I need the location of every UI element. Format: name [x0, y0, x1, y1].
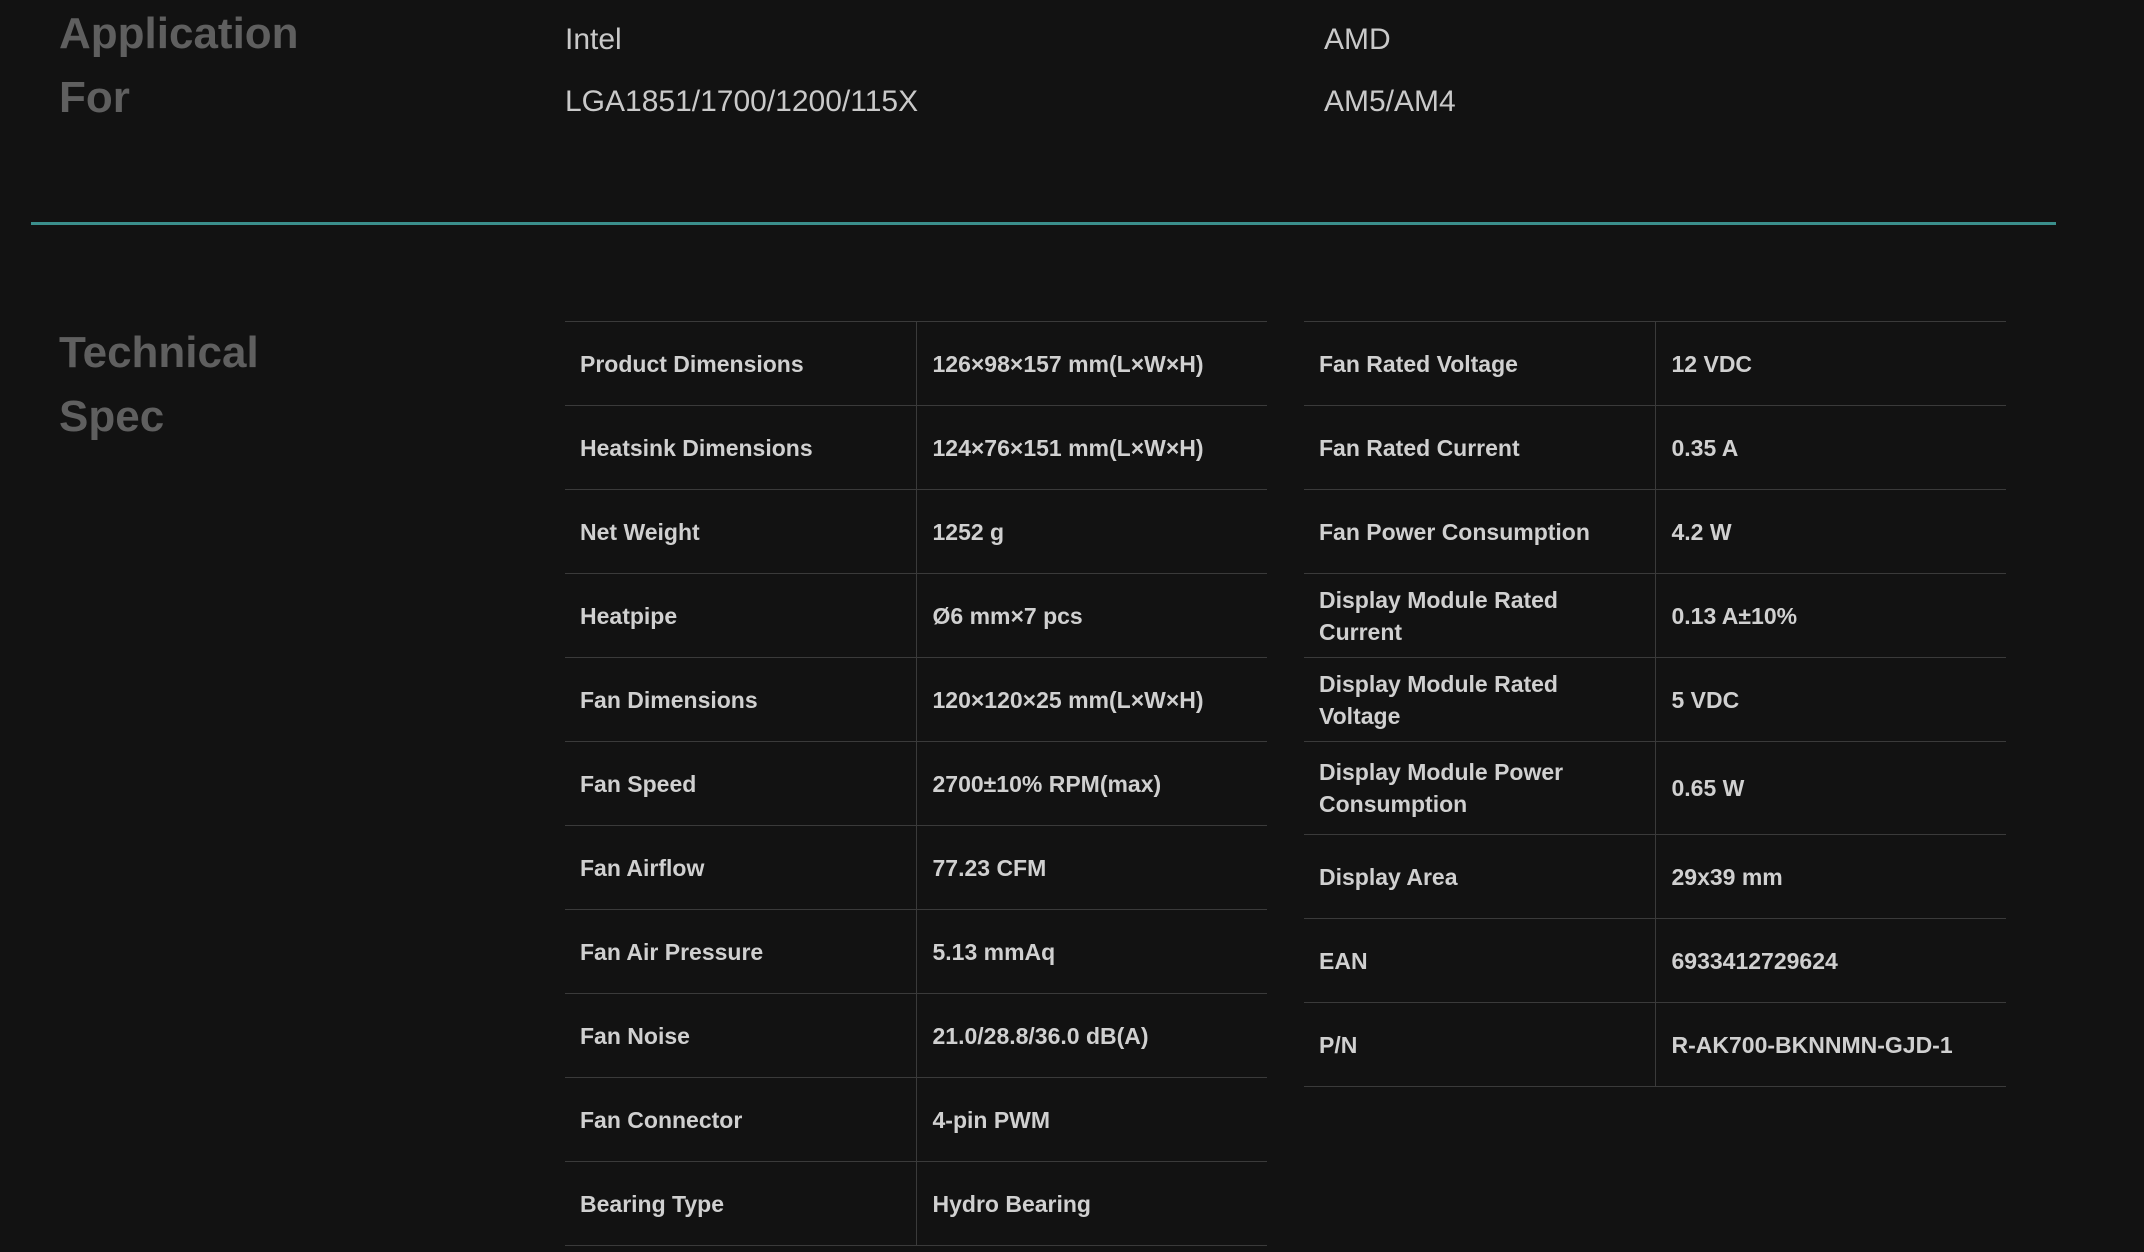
amd-compatibility: AMD AM5/AM4 [1324, 14, 1456, 138]
spec-value: 126×98×157 mm(L×W×H) [916, 321, 1267, 406]
spec-value: 12 VDC [1655, 321, 2006, 406]
spec-key: Display Module Power Consumption [1304, 741, 1656, 835]
spec-value: 2700±10% RPM(max) [916, 741, 1267, 826]
amd-label: AMD [1324, 23, 1391, 56]
amd-sockets: AM5/AM4 [1324, 85, 1456, 118]
intel-compatibility: Intel LGA1851/1700/1200/115X [565, 14, 918, 138]
spec-value: Ø6 mm×7 pcs [916, 573, 1267, 658]
spec-table-left: Product Dimensions 126×98×157 mm(L×W×H) … [565, 321, 1267, 1246]
technical-heading-line2: Spec [59, 392, 165, 441]
spec-key: Display Module Rated Current [1304, 573, 1656, 658]
spec-value: 5.13 mmAq [916, 909, 1267, 994]
section-divider [31, 222, 2056, 225]
application-heading-line1: Application [59, 9, 299, 58]
spec-row: Fan Power Consumption 4.2 W [1304, 489, 2006, 574]
spec-row: Display Module Power Consumption 0.65 W [1304, 741, 2006, 835]
spec-row: Product Dimensions 126×98×157 mm(L×W×H) [565, 321, 1267, 406]
spec-value: 0.65 W [1655, 741, 2006, 835]
spec-value: 5 VDC [1655, 657, 2006, 742]
spec-row: EAN 6933412729624 [1304, 918, 2006, 1003]
spec-row: Net Weight 1252 g [565, 489, 1267, 574]
application-for-heading: Application For [59, 2, 299, 130]
spec-key: Fan Speed [565, 741, 917, 826]
spec-row: Fan Rated Current 0.35 A [1304, 405, 2006, 490]
spec-row: Fan Connector 4-pin PWM [565, 1077, 1267, 1162]
spec-row: Fan Rated Voltage 12 VDC [1304, 321, 2006, 406]
spec-value: 4.2 W [1655, 489, 2006, 574]
spec-key: Heatpipe [565, 573, 917, 658]
spec-row: Display Area 29x39 mm [1304, 834, 2006, 919]
spec-row: Display Module Rated Current 0.13 A±10% [1304, 573, 2006, 658]
spec-row: P/N R-AK700-BKNNMN-GJD-1 [1304, 1002, 2006, 1087]
spec-key: Fan Connector [565, 1077, 917, 1162]
spec-row: Heatpipe Ø6 mm×7 pcs [565, 573, 1267, 658]
spec-row: Display Module Rated Voltage 5 VDC [1304, 657, 2006, 742]
spec-key: Fan Noise [565, 993, 917, 1078]
spec-value: 4-pin PWM [916, 1077, 1267, 1162]
spec-value: 21.0/28.8/36.0 dB(A) [916, 993, 1267, 1078]
spec-value: 120×120×25 mm(L×W×H) [916, 657, 1267, 742]
spec-value: Hydro Bearing [916, 1161, 1267, 1246]
spec-value: 29x39 mm [1655, 834, 2006, 919]
spec-value: 1252 g [916, 489, 1267, 574]
spec-key: Heatsink Dimensions [565, 405, 917, 490]
spec-key: EAN [1304, 918, 1656, 1003]
spec-row: Fan Air Pressure 5.13 mmAq [565, 909, 1267, 994]
spec-key: Product Dimensions [565, 321, 917, 406]
technical-heading-line1: Technical [59, 328, 259, 377]
spec-key: Fan Air Pressure [565, 909, 917, 994]
technical-spec-heading: Technical Spec [59, 321, 259, 449]
spec-key: P/N [1304, 1002, 1656, 1087]
spec-key: Fan Rated Voltage [1304, 321, 1656, 406]
spec-value: 6933412729624 [1655, 918, 2006, 1003]
spec-row: Fan Dimensions 120×120×25 mm(L×W×H) [565, 657, 1267, 742]
spec-key: Fan Airflow [565, 825, 917, 910]
spec-key: Net Weight [565, 489, 917, 574]
spec-value: 124×76×151 mm(L×W×H) [916, 405, 1267, 490]
spec-value: 0.13 A±10% [1655, 573, 2006, 658]
spec-value: R-AK700-BKNNMN-GJD-1 [1655, 1002, 2006, 1087]
spec-key: Fan Power Consumption [1304, 489, 1656, 574]
spec-row: Fan Speed 2700±10% RPM(max) [565, 741, 1267, 826]
spec-key: Fan Dimensions [565, 657, 917, 742]
spec-row: Fan Airflow 77.23 CFM [565, 825, 1267, 910]
spec-value: 77.23 CFM [916, 825, 1267, 910]
intel-label: Intel [565, 23, 622, 56]
spec-row: Bearing Type Hydro Bearing [565, 1161, 1267, 1246]
spec-row: Heatsink Dimensions 124×76×151 mm(L×W×H) [565, 405, 1267, 490]
spec-row: Fan Noise 21.0/28.8/36.0 dB(A) [565, 993, 1267, 1078]
spec-value: 0.35 A [1655, 405, 2006, 490]
spec-key: Fan Rated Current [1304, 405, 1656, 490]
spec-key: Display Area [1304, 834, 1656, 919]
spec-key: Bearing Type [565, 1161, 917, 1246]
spec-table-right: Fan Rated Voltage 12 VDC Fan Rated Curre… [1304, 321, 2006, 1087]
application-heading-line2: For [59, 73, 130, 122]
spec-key: Display Module Rated Voltage [1304, 657, 1656, 742]
intel-sockets: LGA1851/1700/1200/115X [565, 85, 919, 118]
